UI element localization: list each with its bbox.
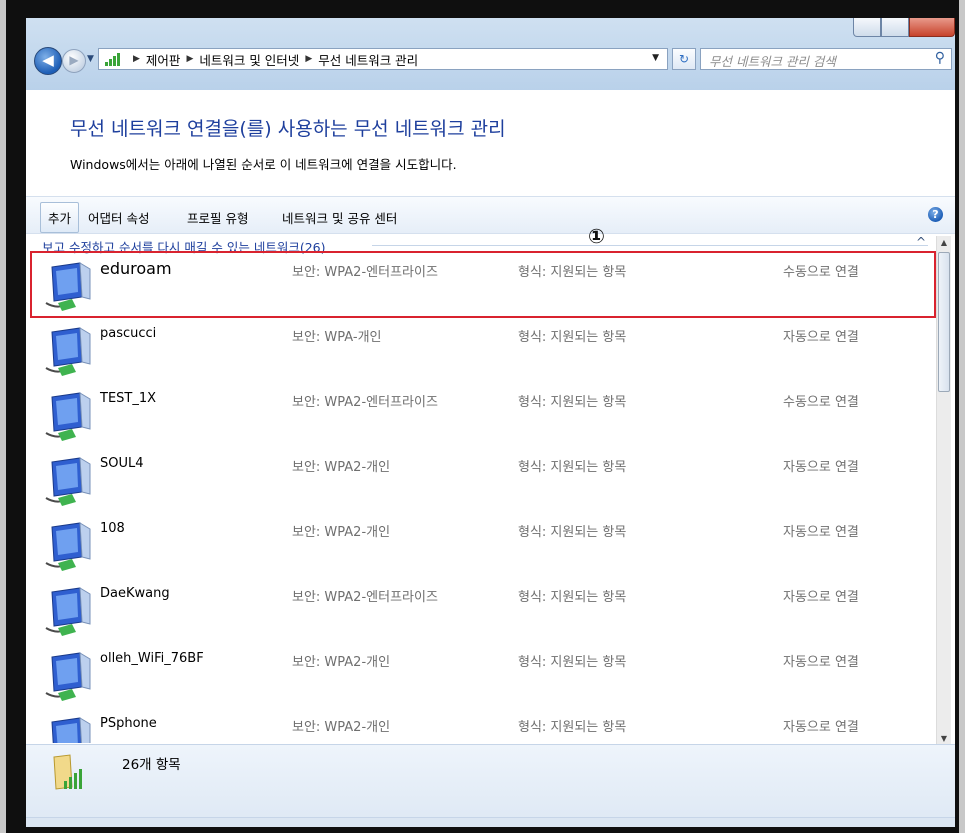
address-bar[interactable]: ▶ 제어판 ▶ 네트워크 및 인터넷 ▶ 무선 네트워크 관리 ▼ bbox=[98, 48, 668, 70]
network-security: 보안: WPA2-엔터프라이즈 bbox=[292, 395, 438, 410]
vertical-scrollbar[interactable]: ▲ ▼ bbox=[936, 236, 951, 746]
breadcrumb-control-panel[interactable]: 제어판 bbox=[146, 50, 181, 69]
forward-button[interactable]: ▶ bbox=[62, 49, 86, 73]
back-arrow-icon: ◀ bbox=[42, 51, 54, 69]
network-connect-mode: 자동으로 연결 bbox=[783, 590, 859, 605]
collapse-chevron-icon[interactable]: ^ bbox=[916, 235, 926, 249]
profile-type-button[interactable]: 프로필 유형 bbox=[187, 208, 248, 227]
wireless-folder-icon bbox=[53, 754, 82, 790]
page-description: Windows에서는 아래에 나열된 순서로 이 네트워크에 연결을 시도합니다… bbox=[70, 157, 457, 172]
add-button[interactable]: 추가 bbox=[40, 202, 80, 233]
item-count: 26개 항목 bbox=[122, 757, 181, 773]
network-sharing-center-button[interactable]: 네트워크 및 공유 센터 bbox=[282, 208, 397, 227]
breadcrumb-separator-icon[interactable]: ▶ bbox=[305, 54, 312, 64]
network-row[interactable]: 108 보안: WPA2-개인 형식: 지원되는 항목 자동으로 연결 bbox=[26, 513, 936, 578]
forward-arrow-icon: ▶ bbox=[69, 53, 79, 67]
network-name: DaeKwang bbox=[100, 586, 170, 601]
network-row[interactable]: PSphone 보안: WPA2-개인 형식: 지원되는 항목 자동으로 연결 bbox=[26, 708, 936, 743]
minimize-button[interactable] bbox=[853, 18, 881, 37]
network-name: olleh_WiFi_76BF bbox=[100, 651, 204, 666]
details-pane: 26개 항목 bbox=[26, 744, 955, 827]
wireless-network-icon bbox=[45, 392, 91, 441]
wireless-network-icon bbox=[45, 262, 91, 311]
network-security: 보안: WPA2-엔터프라이즈 bbox=[292, 265, 438, 280]
wireless-network-icon bbox=[45, 652, 91, 701]
group-divider bbox=[372, 245, 928, 246]
wireless-networks-window: ◀ ▶ ▼ ▶ 제어판 ▶ 네트워크 및 인터넷 ▶ 무선 네트워크 관리 ▼ … bbox=[26, 18, 955, 827]
history-dropdown-icon[interactable]: ▼ bbox=[87, 54, 94, 64]
search-placeholder: 무선 네트워크 관리 검색 bbox=[709, 54, 836, 69]
wireless-network-icon bbox=[45, 457, 91, 506]
wireless-network-icon bbox=[51, 717, 91, 743]
network-signal-icon bbox=[105, 52, 123, 66]
annotation-marker: ① bbox=[588, 224, 605, 248]
page-title: 무선 네트워크 연결을(를) 사용하는 무선 네트워크 관리 bbox=[70, 118, 506, 140]
help-icon[interactable]: ? bbox=[928, 207, 943, 222]
breadcrumb-separator-icon[interactable]: ▶ bbox=[186, 54, 193, 64]
refresh-icon: ↻ bbox=[678, 52, 690, 66]
network-format: 형식: 지원되는 항목 bbox=[518, 720, 627, 735]
network-security: 보안: WPA2-개인 bbox=[292, 460, 391, 475]
network-connect-mode: 수동으로 연결 bbox=[783, 395, 859, 410]
network-row[interactable]: SOUL4 보안: WPA2-개인 형식: 지원되는 항목 자동으로 연결 bbox=[26, 448, 936, 513]
network-format: 형식: 지원되는 항목 bbox=[518, 525, 627, 540]
screenshot-frame: ◀ ▶ ▼ ▶ 제어판 ▶ 네트워크 및 인터넷 ▶ 무선 네트워크 관리 ▼ … bbox=[6, 0, 959, 833]
network-format: 형식: 지원되는 항목 bbox=[518, 655, 627, 670]
back-button[interactable]: ◀ bbox=[34, 47, 62, 75]
network-format: 형식: 지원되는 항목 bbox=[518, 330, 627, 345]
search-icon[interactable]: ⚲ bbox=[935, 50, 945, 66]
network-name: eduroam bbox=[100, 259, 172, 278]
network-name: PSphone bbox=[100, 716, 157, 731]
network-name: TEST_1X bbox=[100, 391, 157, 406]
network-connect-mode: 자동으로 연결 bbox=[783, 460, 859, 475]
network-row[interactable]: DaeKwang 보안: WPA2-엔터프라이즈 형식: 지원되는 항목 자동으… bbox=[26, 578, 936, 643]
scroll-thumb[interactable] bbox=[938, 252, 950, 392]
network-security: 보안: WPA2-개인 bbox=[292, 655, 391, 670]
status-strip bbox=[26, 817, 955, 827]
command-bar: 추가 어댑터 속성 프로필 유형 네트워크 및 공유 센터 ? bbox=[26, 196, 955, 234]
breadcrumb-separator-icon[interactable]: ▶ bbox=[133, 54, 140, 64]
title-bar: ◀ ▶ ▼ ▶ 제어판 ▶ 네트워크 및 인터넷 ▶ 무선 네트워크 관리 ▼ … bbox=[26, 18, 955, 90]
close-button[interactable] bbox=[909, 18, 955, 37]
network-name: SOUL4 bbox=[100, 456, 144, 471]
network-security: 보안: WPA2-개인 bbox=[292, 720, 391, 735]
refresh-button[interactable]: ↻ bbox=[672, 48, 696, 70]
adapter-properties-button[interactable]: 어댑터 속성 bbox=[88, 208, 149, 227]
network-list: eduroam 보안: WPA2-엔터프라이즈 형식: 지원되는 항목 수동으로… bbox=[26, 253, 936, 743]
network-format: 형식: 지원되는 항목 bbox=[518, 460, 627, 475]
network-format: 형식: 지원되는 항목 bbox=[518, 265, 627, 280]
wireless-network-icon bbox=[45, 327, 91, 376]
network-name: 108 bbox=[100, 521, 125, 536]
address-row: ◀ ▶ ▼ ▶ 제어판 ▶ 네트워크 및 인터넷 ▶ 무선 네트워크 관리 ▼ … bbox=[26, 46, 955, 76]
network-connect-mode: 자동으로 연결 bbox=[783, 330, 859, 345]
network-row[interactable]: pascucci 보안: WPA-개인 형식: 지원되는 항목 자동으로 연결 bbox=[26, 318, 936, 383]
breadcrumb-wireless-management[interactable]: 무선 네트워크 관리 bbox=[318, 50, 418, 69]
network-connect-mode: 자동으로 연결 bbox=[783, 655, 859, 670]
network-connect-mode: 자동으로 연결 bbox=[783, 525, 859, 540]
caption-buttons bbox=[853, 18, 955, 38]
network-name: pascucci bbox=[100, 326, 157, 341]
network-security: 보안: WPA2-엔터프라이즈 bbox=[292, 590, 438, 605]
network-connect-mode: 수동으로 연결 bbox=[783, 265, 859, 280]
search-input[interactable]: 무선 네트워크 관리 검색 ⚲ bbox=[700, 48, 952, 70]
wireless-network-icon bbox=[45, 522, 91, 571]
breadcrumb-network-internet[interactable]: 네트워크 및 인터넷 bbox=[199, 50, 299, 69]
maximize-button[interactable] bbox=[881, 18, 909, 37]
network-row[interactable]: TEST_1X 보안: WPA2-엔터프라이즈 형식: 지원되는 항목 수동으로… bbox=[26, 383, 936, 448]
network-format: 형식: 지원되는 항목 bbox=[518, 590, 627, 605]
network-security: 보안: WPA2-개인 bbox=[292, 525, 391, 540]
address-dropdown-icon[interactable]: ▼ bbox=[652, 53, 659, 63]
network-connect-mode: 자동으로 연결 bbox=[783, 720, 859, 735]
network-format: 형식: 지원되는 항목 bbox=[518, 395, 627, 410]
network-row[interactable]: eduroam 보안: WPA2-엔터프라이즈 형식: 지원되는 항목 수동으로… bbox=[26, 253, 936, 318]
wireless-network-icon bbox=[45, 587, 91, 636]
network-security: 보안: WPA-개인 bbox=[292, 330, 382, 345]
network-row[interactable]: olleh_WiFi_76BF 보안: WPA2-개인 형식: 지원되는 항목 … bbox=[26, 643, 936, 708]
network-group-header: 보고 수정하고 순서를 다시 매길 수 있는 네트워크(26) ^ bbox=[42, 235, 928, 256]
scroll-up-icon[interactable]: ▲ bbox=[937, 236, 951, 250]
